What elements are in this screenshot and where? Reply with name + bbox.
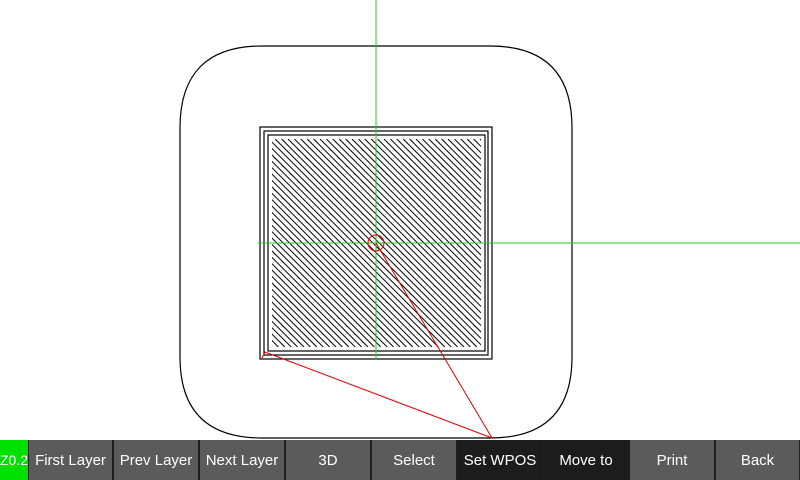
layer-height-indicator: Z0.2 — [0, 440, 29, 480]
back-button[interactable]: Back — [716, 440, 799, 480]
print-button[interactable]: Print — [630, 440, 716, 480]
3d-view-button[interactable]: 3D — [286, 440, 372, 480]
set-wpos-button[interactable]: Set WPOS — [458, 440, 544, 480]
gcode-layer-viewport[interactable] — [0, 0, 800, 440]
prev-layer-button[interactable]: Prev Layer — [114, 440, 200, 480]
infill-line — [272, 339, 279, 347]
next-layer-button[interactable]: Next Layer — [200, 440, 286, 480]
select-button[interactable]: Select — [372, 440, 458, 480]
infill-line — [272, 333, 286, 347]
first-layer-button[interactable]: First Layer — [29, 440, 114, 480]
infill-line — [272, 346, 273, 347]
move-to-button[interactable]: Move to — [544, 440, 630, 480]
bottom-toolbar: Z0.2 First Layer Prev Layer Next Layer 3… — [0, 440, 800, 480]
